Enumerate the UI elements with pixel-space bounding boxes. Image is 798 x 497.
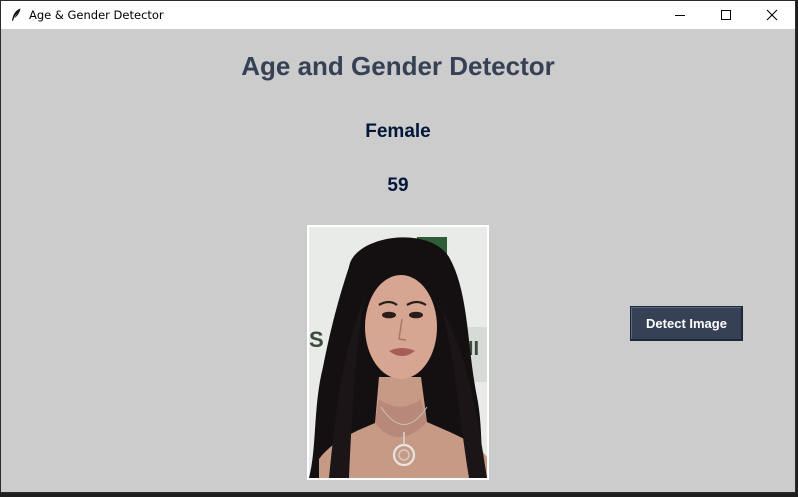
face-photo: NI S [309, 227, 487, 478]
minimize-button[interactable] [657, 1, 703, 29]
uploaded-image: NI S [307, 225, 489, 480]
maximize-icon [721, 10, 731, 20]
window-controls [657, 1, 795, 29]
close-icon [766, 9, 778, 21]
detect-image-button[interactable]: Detect Image [630, 306, 743, 341]
window-title: Age & Gender Detector [29, 8, 164, 22]
maximize-button[interactable] [703, 1, 749, 29]
title-bar[interactable]: Age & Gender Detector [1, 1, 795, 29]
close-button[interactable] [749, 1, 795, 29]
age-result-label: 59 [387, 175, 409, 196]
gender-result-label: Female [365, 121, 431, 142]
app-window: Age & Gender Detector Age and Gender Det… [0, 0, 796, 493]
feather-icon [9, 8, 23, 22]
main-panel: Age and Gender Detector Female 59 NI S [1, 29, 795, 492]
page-title: Age and Gender Detector [241, 51, 555, 81]
minimize-icon [675, 15, 685, 16]
svg-text:S: S [309, 327, 324, 352]
